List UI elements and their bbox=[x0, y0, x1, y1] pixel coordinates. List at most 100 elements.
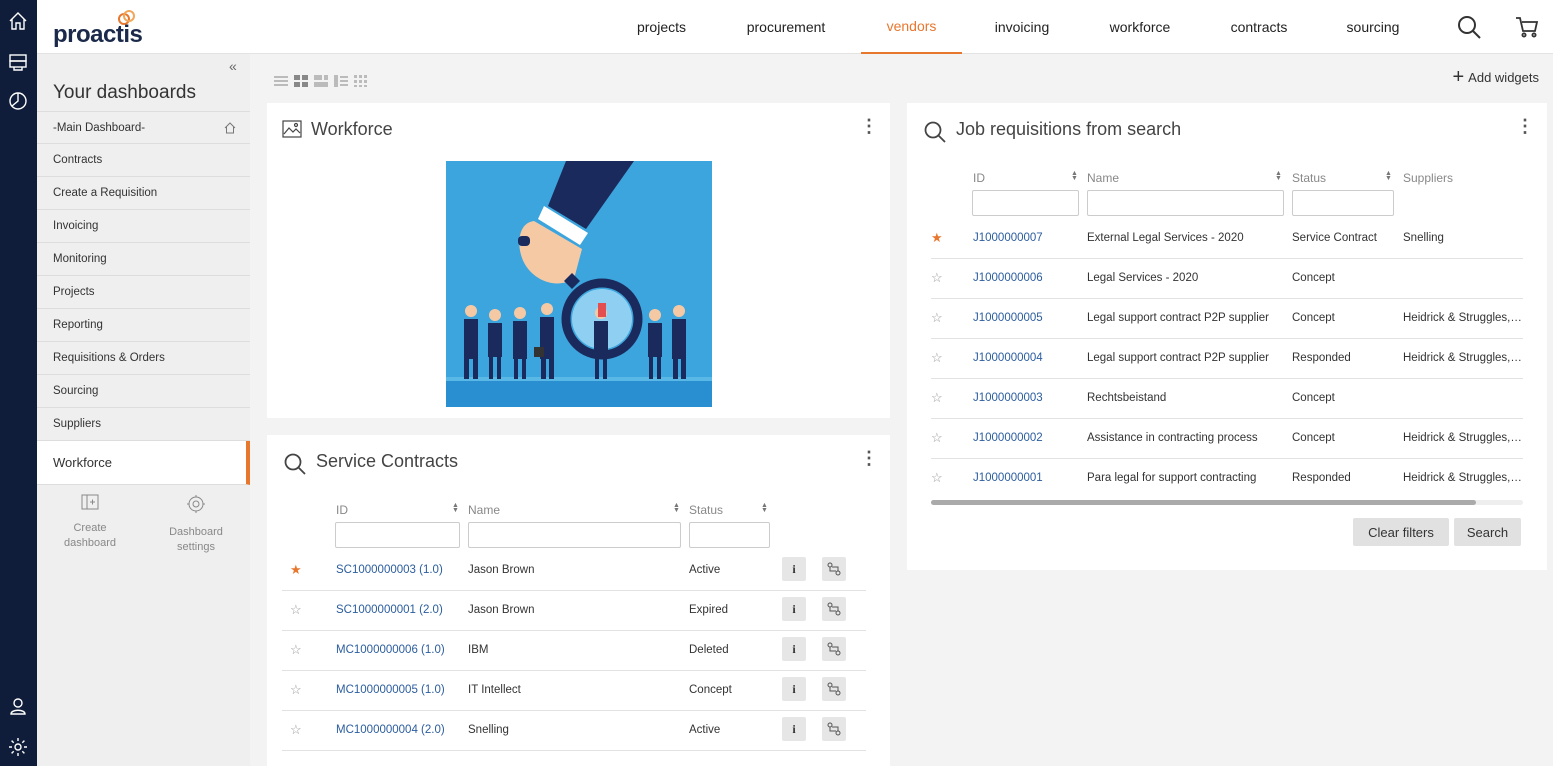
favorite-star-icon[interactable]: ★ bbox=[931, 230, 943, 246]
home-icon[interactable] bbox=[6, 9, 30, 33]
contract-id-link[interactable]: MC1000000006 (1.0) bbox=[336, 644, 445, 656]
sidebar-item-suppliers[interactable]: Suppliers bbox=[37, 408, 250, 441]
sidebar-item-projects[interactable]: Projects bbox=[37, 276, 250, 309]
sidebar-item-main-dashboard[interactable]: -Main Dashboard- bbox=[37, 111, 250, 144]
favorite-star-icon[interactable]: ☆ bbox=[931, 270, 943, 286]
reports-icon[interactable] bbox=[6, 89, 30, 113]
sort-icon[interactable]: ▲ ▼ bbox=[1071, 170, 1078, 182]
favorite-star-icon[interactable]: ☆ bbox=[931, 350, 943, 366]
workforce-menu-icon[interactable]: ⋮ bbox=[860, 117, 878, 135]
service-contracts-menu-icon[interactable]: ⋮ bbox=[860, 449, 878, 467]
nav-procurement[interactable]: procurement bbox=[733, 0, 839, 54]
nav-vendors[interactable]: vendors bbox=[861, 0, 962, 54]
table-row[interactable]: ★ SC1000000003 (1.0) Jason Brown Active … bbox=[282, 551, 866, 591]
favorite-star-icon[interactable]: ☆ bbox=[290, 642, 302, 658]
sort-icon[interactable]: ▲ ▼ bbox=[1385, 170, 1392, 182]
requisition-id-link[interactable]: J1000000001 bbox=[973, 472, 1043, 484]
favorite-star-icon[interactable]: ★ bbox=[290, 562, 302, 578]
info-button[interactable]: i bbox=[782, 677, 806, 701]
sort-icon[interactable]: ▲ ▼ bbox=[761, 502, 768, 514]
collapse-sidebar-icon[interactable]: « bbox=[229, 58, 237, 74]
table-row[interactable]: ☆ J1000000006 Legal Services - 2020 Conc… bbox=[931, 259, 1523, 299]
info-button[interactable]: i bbox=[782, 597, 806, 621]
sidebar-item-invoicing[interactable]: Invoicing bbox=[37, 210, 250, 243]
requisition-id-link[interactable]: J1000000003 bbox=[973, 392, 1043, 404]
contract-id-link[interactable]: MC1000000004 (2.0) bbox=[336, 724, 445, 736]
workflow-button[interactable] bbox=[822, 637, 846, 661]
layout-tiles-icon[interactable] bbox=[354, 74, 368, 87]
inbox-icon[interactable] bbox=[6, 50, 30, 74]
sidebar-item-create-requisition[interactable]: Create a Requisition bbox=[37, 177, 250, 210]
table-row[interactable]: ☆ J1000000004 Legal support contract P2P… bbox=[931, 339, 1525, 379]
workflow-button[interactable] bbox=[822, 597, 846, 621]
status-filter-input[interactable] bbox=[1292, 190, 1394, 216]
id-filter-input[interactable] bbox=[972, 190, 1079, 216]
sidebar-item-reporting[interactable]: Reporting bbox=[37, 309, 250, 342]
table-row[interactable]: ☆ SC1000000001 (2.0) Jason Brown Expired… bbox=[282, 591, 866, 631]
requisition-id-link[interactable]: J1000000007 bbox=[973, 232, 1043, 244]
contract-id-link[interactable]: MC1000000005 (1.0) bbox=[336, 684, 445, 696]
workflow-button[interactable] bbox=[822, 717, 846, 741]
favorite-star-icon[interactable]: ☆ bbox=[931, 390, 943, 406]
table-row[interactable]: ☆ MC1000000005 (1.0) IT Intellect Concep… bbox=[282, 671, 866, 711]
layout-list-icon[interactable] bbox=[274, 74, 288, 86]
favorite-star-icon[interactable]: ☆ bbox=[290, 602, 302, 618]
requisition-id-link[interactable]: J1000000002 bbox=[973, 432, 1043, 444]
table-row[interactable]: ☆ MC1000000006 (1.0) IBM Deleted i bbox=[282, 631, 866, 671]
name-filter-input[interactable] bbox=[468, 522, 681, 548]
layout-grid-icon[interactable] bbox=[294, 74, 308, 87]
table-row[interactable]: ★ J1000000007 External Legal Services - … bbox=[931, 219, 1523, 259]
search-icon[interactable] bbox=[1454, 12, 1484, 42]
info-button[interactable]: i bbox=[782, 557, 806, 581]
favorite-star-icon[interactable]: ☆ bbox=[931, 310, 943, 326]
table-row[interactable]: ☆ J1000000002 Assistance in contracting … bbox=[931, 419, 1525, 459]
sidebar-item-contracts[interactable]: Contracts bbox=[37, 144, 250, 177]
nav-workforce[interactable]: workforce bbox=[1095, 0, 1185, 54]
favorite-star-icon[interactable]: ☆ bbox=[931, 430, 943, 446]
sidebar-item-requisitions-orders[interactable]: Requisitions & Orders bbox=[37, 342, 250, 375]
nav-sourcing[interactable]: sourcing bbox=[1334, 0, 1412, 54]
cart-icon[interactable] bbox=[1512, 12, 1542, 42]
layout-mixed-icon[interactable] bbox=[314, 74, 328, 87]
nav-projects[interactable]: projects bbox=[620, 0, 703, 54]
sidebar-item-workforce[interactable]: Workforce bbox=[37, 441, 250, 485]
sidebar-item-sourcing[interactable]: Sourcing bbox=[37, 375, 250, 408]
table-row[interactable]: ☆ J1000000001 Para legal for support con… bbox=[931, 459, 1525, 499]
requisition-id-link[interactable]: J1000000006 bbox=[973, 272, 1043, 284]
search-button[interactable]: Search bbox=[1454, 518, 1521, 546]
settings-icon[interactable] bbox=[6, 735, 30, 759]
layout-split-icon[interactable] bbox=[334, 74, 348, 87]
table-row[interactable]: ☆ J1000000003 Rechtsbeistand Concept bbox=[931, 379, 1523, 419]
sort-icon[interactable]: ▲ ▼ bbox=[452, 502, 459, 514]
favorite-star-icon[interactable]: ☆ bbox=[290, 682, 302, 698]
workflow-button[interactable] bbox=[822, 677, 846, 701]
home-icon[interactable] bbox=[224, 122, 236, 134]
favorite-star-icon[interactable]: ☆ bbox=[931, 470, 943, 486]
horizontal-scrollbar[interactable] bbox=[931, 500, 1523, 505]
requisition-id-link[interactable]: J1000000004 bbox=[973, 352, 1043, 364]
nav-invoicing[interactable]: invoicing bbox=[981, 0, 1063, 54]
add-widgets-button[interactable]: + Add widgets bbox=[1452, 67, 1539, 87]
contract-id-link[interactable]: SC1000000003 (1.0) bbox=[336, 564, 443, 576]
status-filter-input[interactable] bbox=[689, 522, 770, 548]
nav-contracts[interactable]: contracts bbox=[1217, 0, 1301, 54]
table-row[interactable]: ☆ MC1000000004 (2.0) Snelling Active i bbox=[282, 711, 866, 751]
favorite-star-icon[interactable]: ☆ bbox=[290, 722, 302, 738]
job-requisitions-menu-icon[interactable]: ⋮ bbox=[1516, 117, 1534, 135]
dashboard-settings-button[interactable]: Dashboard settings bbox=[161, 494, 231, 555]
name-filter-input[interactable] bbox=[1087, 190, 1284, 216]
sort-icon[interactable]: ▲ ▼ bbox=[1275, 170, 1282, 182]
info-button[interactable]: i bbox=[782, 717, 806, 741]
workflow-button[interactable] bbox=[822, 557, 846, 581]
create-dashboard-button[interactable]: Create dashboard bbox=[57, 494, 123, 551]
clear-filters-button[interactable]: Clear filters bbox=[1353, 518, 1449, 546]
scrollbar-thumb[interactable] bbox=[931, 500, 1476, 505]
contract-id-link[interactable]: SC1000000001 (2.0) bbox=[336, 604, 443, 616]
sort-icon[interactable]: ▲ ▼ bbox=[673, 502, 680, 514]
user-icon[interactable] bbox=[6, 694, 30, 718]
info-button[interactable]: i bbox=[782, 637, 806, 661]
sidebar-item-monitoring[interactable]: Monitoring bbox=[37, 243, 250, 276]
table-row[interactable]: ☆ J1000000005 Legal support contract P2P… bbox=[931, 299, 1525, 339]
requisition-id-link[interactable]: J1000000005 bbox=[973, 312, 1043, 324]
id-filter-input[interactable] bbox=[335, 522, 460, 548]
